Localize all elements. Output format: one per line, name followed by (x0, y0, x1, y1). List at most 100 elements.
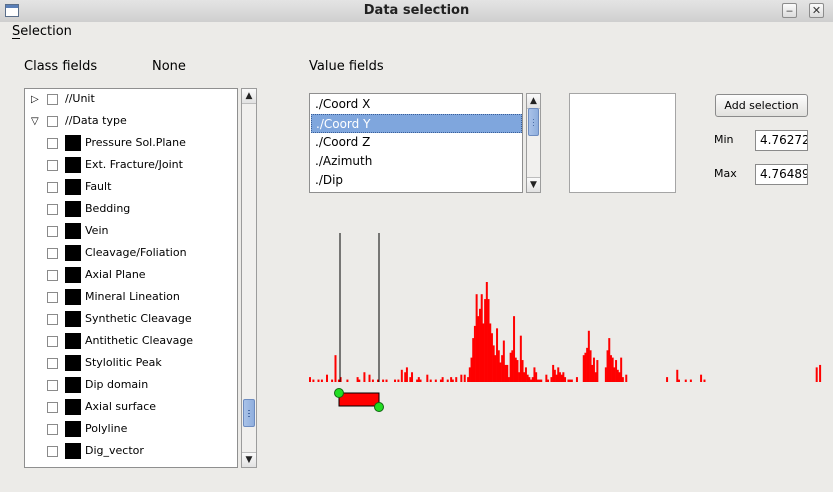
tree-checkbox[interactable] (47, 424, 58, 435)
tree-checkbox[interactable] (47, 248, 58, 259)
tree-checkbox[interactable] (47, 270, 58, 281)
tree-checkbox[interactable] (47, 292, 58, 303)
color-swatch (65, 179, 81, 195)
max-label: Max (714, 167, 737, 180)
tree-item-row[interactable]: Polyline (25, 419, 237, 441)
scroll-down-icon[interactable]: ▼ (242, 452, 256, 467)
menu-bar: Selection (0, 22, 833, 42)
histogram-bar (331, 379, 334, 382)
data-selection-window: Data selection ‒ ✕ Selection Class field… (0, 0, 833, 492)
tree-item-row[interactable]: Fault (25, 177, 237, 199)
tree-checkbox[interactable] (47, 226, 58, 237)
histogram-bar (545, 374, 548, 382)
histogram-bar (426, 374, 429, 382)
value-field-item[interactable]: ./Coord Z (311, 133, 522, 152)
color-swatch (65, 223, 81, 239)
tree-item-row[interactable]: Stylolitic Peak (25, 353, 237, 375)
color-swatch (65, 245, 81, 261)
tree-item-label: Dip domain (85, 378, 149, 391)
tree-item-label: Dig_vector (85, 444, 144, 457)
scroll-up-icon[interactable]: ▲ (242, 89, 256, 104)
tree-item-row[interactable]: Bedding (25, 199, 237, 221)
tree-checkbox[interactable] (47, 204, 58, 215)
tree-checkbox[interactable] (47, 94, 58, 105)
value-fields-list[interactable]: ./Coord X ./Coord Y ./Coord Z ./Azimuth ./Di… (309, 93, 523, 193)
close-icon[interactable]: ✕ (809, 3, 824, 18)
add-selection-button[interactable]: Add selection (715, 94, 808, 117)
minimize-icon[interactable]: ‒ (782, 3, 797, 18)
value-fields-label: Value fields (309, 59, 384, 74)
tree-item-row[interactable]: Dip domain (25, 375, 237, 397)
histogram-bar (397, 379, 400, 382)
tree-checkbox[interactable] (47, 138, 58, 149)
expander-expanded-icon[interactable]: ▽ (31, 116, 39, 127)
tree-item-row[interactable]: Mineral Lineation (25, 287, 237, 309)
histogram-bar (553, 369, 556, 382)
value-field-item[interactable]: ./Dip (311, 171, 522, 190)
range-slider-bar[interactable] (338, 392, 380, 407)
tree-checkbox[interactable] (47, 314, 58, 325)
histogram-bar (368, 374, 371, 382)
tree-item-row[interactable]: Vein (25, 221, 237, 243)
tree-item-row[interactable]: Antithetic Cleavage (25, 331, 237, 353)
tree-checkbox[interactable] (47, 116, 58, 127)
tree-item-row[interactable]: Ext. Fracture/Joint (25, 155, 237, 177)
scroll-up-icon[interactable]: ▲ (527, 94, 540, 109)
tree-item-row[interactable]: Dig_vector (25, 441, 237, 463)
color-swatch (65, 333, 81, 349)
value-field-item[interactable]: ./Coord Y (311, 114, 522, 133)
range-handle-left[interactable] (334, 388, 344, 398)
histogram-bar (400, 369, 403, 382)
tree-group-row[interactable]: ▷ //Unit (25, 89, 237, 111)
tree-item-row[interactable]: Axial Plane (25, 265, 237, 287)
tree-checkbox[interactable] (47, 402, 58, 413)
min-input[interactable]: 4.76272 (755, 130, 808, 151)
histogram-bar (317, 379, 320, 382)
max-input[interactable]: 4.76489 (755, 164, 808, 185)
tree-item-label: Pressure Sol.Plane (85, 136, 186, 149)
histogram-bar (385, 379, 388, 382)
scroll-thumb[interactable] (528, 108, 539, 136)
tree-item-label: Mineral Lineation (85, 290, 180, 303)
expander-collapsed-icon[interactable]: ▷ (31, 94, 39, 105)
color-swatch (65, 311, 81, 327)
range-handle-right[interactable] (374, 402, 384, 412)
histogram-bar (625, 374, 628, 382)
value-field-item[interactable]: ./Coord X (311, 95, 522, 114)
histogram-bar (564, 377, 567, 382)
histogram-bar (419, 379, 422, 382)
scroll-thumb[interactable] (243, 399, 255, 427)
selection-list[interactable] (569, 93, 676, 193)
tree-checkbox[interactable] (47, 160, 58, 171)
tree-group-label: //Data type (65, 114, 127, 127)
tree-checkbox[interactable] (47, 182, 58, 193)
histogram-bars (309, 282, 822, 382)
histogram-bar (536, 379, 539, 382)
class-fields-tree[interactable]: ▷ //Unit ▽ //Data type Pressure Sol.Plane Ext… (24, 88, 238, 468)
tree-checkbox[interactable] (47, 380, 58, 391)
histogram-bar (334, 355, 337, 382)
histogram-bar (530, 379, 533, 382)
value-field-item[interactable]: ./Azimuth (311, 152, 522, 171)
tree-item-row[interactable]: Pressure Sol.Plane (25, 133, 237, 155)
menu-selection[interactable]: Selection (12, 24, 72, 39)
tree-item-row[interactable]: Axial surface (25, 397, 237, 419)
tree-checkbox[interactable] (47, 358, 58, 369)
color-swatch (65, 355, 81, 371)
tree-checkbox[interactable] (47, 446, 58, 457)
color-swatch (65, 377, 81, 393)
class-fields-value: None (152, 59, 186, 74)
title-bar[interactable]: Data selection ‒ ✕ (0, 0, 833, 23)
value-fields-scrollbar[interactable]: ▲ ▼ (526, 93, 541, 193)
tree-item-row[interactable]: Cleavage/Foliation (25, 243, 237, 265)
tree-group-row[interactable]: ▽ //Data type (25, 111, 237, 133)
class-fields-scrollbar[interactable]: ▲ ▼ (241, 88, 257, 468)
scroll-down-icon[interactable]: ▼ (527, 177, 540, 192)
histogram-bar (703, 379, 706, 382)
tree-item-label: Axial Plane (85, 268, 146, 281)
value-histogram[interactable] (305, 225, 833, 415)
histogram-bar (596, 360, 599, 382)
tree-item-row[interactable]: Synthetic Cleavage (25, 309, 237, 331)
histogram-bar (356, 377, 359, 382)
tree-checkbox[interactable] (47, 336, 58, 347)
